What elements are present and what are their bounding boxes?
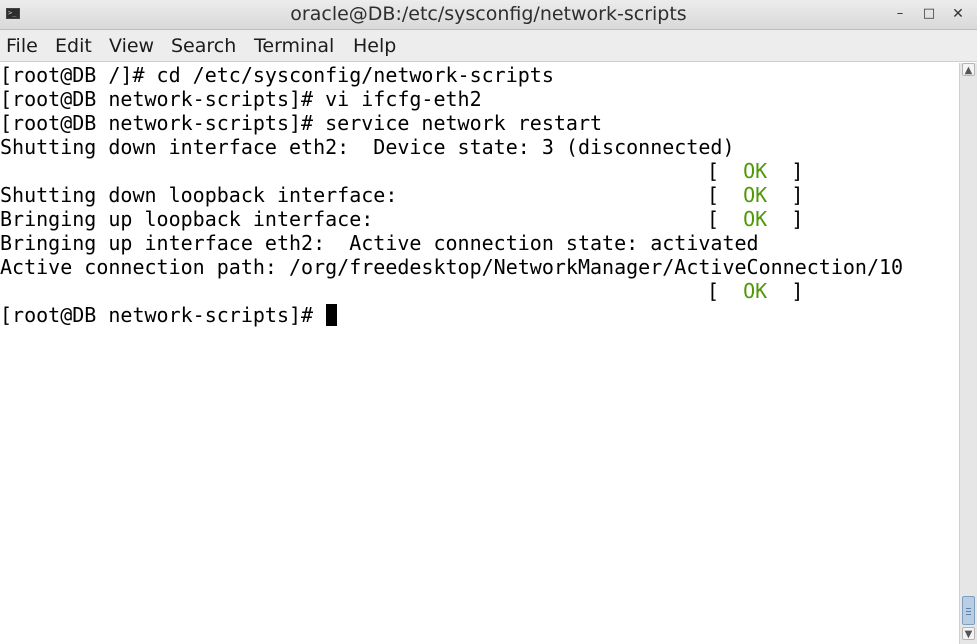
terminal-window: >_ oracle@DB:/etc/sysconfig/network-scri… [0, 0, 977, 644]
grip-line [966, 611, 971, 612]
status-bracket-open: [ [707, 207, 720, 231]
terminal-line: Shutting down loopback interface: [0, 183, 398, 207]
terminal-line: Active connection path: /org/freedesktop… [0, 255, 904, 279]
vertical-scrollbar[interactable]: ▲ ▼ [959, 63, 977, 644]
status-ok: OK [743, 183, 768, 207]
terminal-line: Bringing up loopback interface: [0, 207, 374, 231]
prompt-text: [root@DB network-scripts]# [0, 303, 326, 327]
prompt-line: [root@DB network-scripts]# [0, 303, 338, 327]
text-cursor [326, 304, 338, 326]
status-ok: OK [743, 159, 768, 183]
minimize-button[interactable]: – [889, 4, 911, 24]
status-bracket-open: [ [707, 159, 720, 183]
ok-status: [ OK ] [707, 207, 803, 231]
ok-status: [ OK ] [707, 183, 803, 207]
title-bar[interactable]: >_ oracle@DB:/etc/sysconfig/network-scri… [0, 0, 977, 30]
terminal-line: Shutting down interface eth2: Device sta… [0, 135, 735, 159]
scroll-down-arrow-icon[interactable]: ▼ [962, 627, 975, 640]
window-title: oracle@DB:/etc/sysconfig/network-scripts [290, 3, 687, 25]
status-bracket-close: ] [791, 159, 804, 183]
menu-bar: File Edit View Search Terminal Help [0, 30, 977, 62]
status-bracket-open: [ [707, 183, 720, 207]
menu-help[interactable]: Help [353, 30, 396, 62]
terminal-line: [root@DB /]# cd /etc/sysconfig/network-s… [0, 63, 554, 87]
terminal-line: Bringing up interface eth2: Active conne… [0, 231, 759, 255]
terminal-line: [root@DB network-scripts]# vi ifcfg-eth2 [0, 87, 482, 111]
ok-status: [ OK ] [707, 279, 803, 303]
menu-file[interactable]: File [6, 30, 38, 62]
scroll-up-arrow-icon[interactable]: ▲ [962, 63, 975, 76]
menu-view[interactable]: View [109, 30, 154, 62]
status-bracket-close: ] [791, 279, 804, 303]
terminal-line: [root@DB network-scripts]# service netwo… [0, 111, 603, 135]
status-bracket-close: ] [791, 207, 804, 231]
menu-search[interactable]: Search [171, 30, 236, 62]
terminal-output[interactable]: [root@DB /]# cd /etc/sysconfig/network-s… [0, 63, 959, 644]
grip-line [966, 608, 971, 609]
scroll-thumb[interactable] [962, 596, 975, 625]
maximize-button[interactable]: □ [918, 4, 940, 24]
grip-line [966, 614, 971, 615]
menu-terminal[interactable]: Terminal [254, 30, 334, 62]
status-ok: OK [743, 279, 768, 303]
status-bracket-close: ] [791, 183, 804, 207]
close-button[interactable]: ✕ [947, 4, 969, 24]
menu-edit[interactable]: Edit [55, 30, 92, 62]
status-ok: OK [743, 207, 768, 231]
ok-status: [ OK ] [707, 159, 803, 183]
status-bracket-open: [ [707, 279, 720, 303]
